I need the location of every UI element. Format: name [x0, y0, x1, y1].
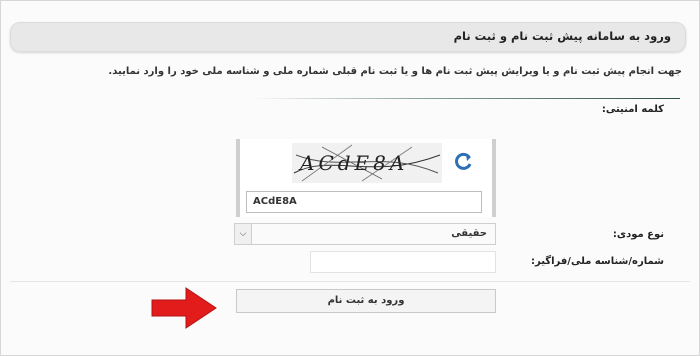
taxpayer-type-value: حقیقی: [451, 228, 487, 239]
taxpayer-type-label: نوع مودی:: [612, 229, 664, 240]
chevron-down-icon[interactable]: ⌵: [235, 224, 252, 244]
intro-text: جهت انجام پیش ثبت نام و یا ویرایش پیش ثب…: [108, 66, 682, 77]
submit-button-label: ورود به ثبت نام: [327, 295, 405, 306]
refresh-icon[interactable]: [452, 151, 474, 173]
captcha-input[interactable]: ACdE8A: [246, 191, 482, 213]
captcha-image: ACdE8A: [292, 143, 442, 183]
header-bar: ورود به سامانه پیش ثبت نام و ثبت نام: [10, 22, 686, 52]
form-divider: [10, 281, 690, 282]
submit-button[interactable]: ورود به ثبت نام: [236, 289, 496, 313]
arrow-right-icon: [150, 284, 218, 332]
national-id-input[interactable]: [310, 251, 496, 273]
captcha-text: ACdE8A: [300, 151, 409, 175]
page-title: ورود به سامانه پیش ثبت نام و ثبت نام: [453, 29, 671, 43]
national-id-label: شماره/شناسه ملی/فراگیر:: [530, 256, 664, 267]
taxpayer-type-select[interactable]: ⌵ حقیقی: [234, 223, 496, 245]
intro-divider: [250, 98, 680, 99]
captcha-label: کلمه امنیتی:: [601, 104, 664, 115]
